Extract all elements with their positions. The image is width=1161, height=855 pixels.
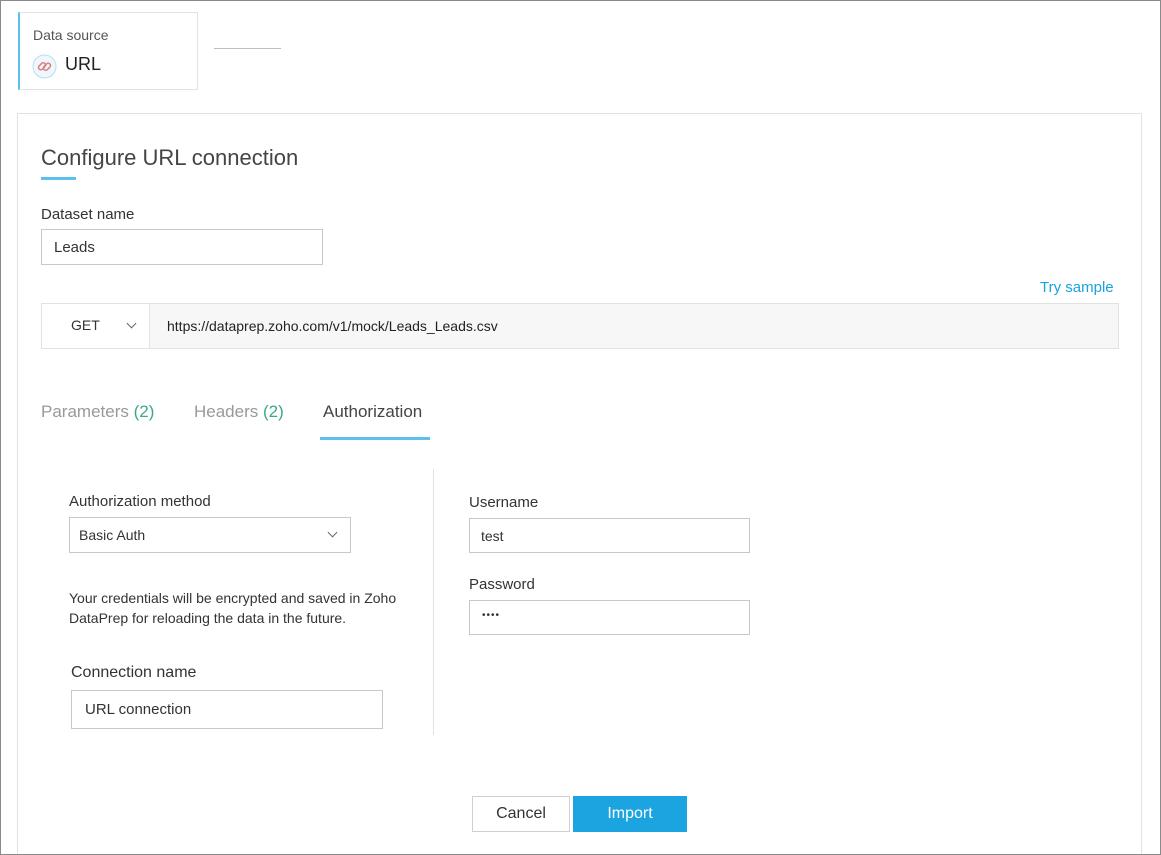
- tab-headers-count: (2): [263, 402, 284, 421]
- data-source-label: Data source: [33, 27, 109, 43]
- data-source-value: URL: [65, 54, 102, 74]
- tab-parameters-count: (2): [133, 402, 155, 421]
- dataset-name-label: Dataset name: [41, 206, 135, 223]
- password-input[interactable]: ••••: [469, 600, 750, 635]
- password-mask: ••••: [482, 610, 501, 621]
- try-sample-link[interactable]: Try sample: [1040, 279, 1114, 296]
- page-title: Configure URL connection: [41, 145, 299, 170]
- tab-headers[interactable]: Headers (2): [194, 402, 284, 422]
- chevron-down-icon: [327, 527, 338, 538]
- data-source-card[interactable]: Data source URL: [18, 12, 198, 90]
- step-connector-line: [214, 48, 281, 49]
- chevron-down-icon: [126, 318, 137, 329]
- configure-panel: Configure URL connection Dataset name Tr…: [17, 113, 1142, 855]
- connection-name-input[interactable]: [71, 690, 383, 729]
- http-method-select[interactable]: GET: [42, 304, 150, 348]
- url-bar: GET: [41, 303, 1119, 349]
- username-label: Username: [469, 494, 539, 511]
- tab-authorization[interactable]: Authorization: [323, 402, 422, 422]
- active-tab-indicator: [320, 437, 430, 440]
- link-icon: [32, 54, 57, 79]
- cancel-button[interactable]: Cancel: [472, 796, 570, 832]
- tab-parameters-label: Parameters: [41, 402, 129, 421]
- dataset-name-input[interactable]: [41, 229, 323, 265]
- username-input[interactable]: [469, 518, 750, 553]
- tab-headers-label: Headers: [194, 402, 259, 421]
- auth-method-select[interactable]: Basic Auth: [69, 517, 351, 553]
- tab-authorization-label: Authorization: [323, 402, 423, 421]
- title-underline: [41, 177, 76, 180]
- auth-method-value: Basic Auth: [79, 527, 146, 543]
- auth-method-label: Authorization method: [69, 493, 211, 510]
- tab-parameters[interactable]: Parameters (2): [41, 402, 154, 422]
- connection-name-label: Connection name: [71, 664, 197, 681]
- http-method-value: GET: [71, 317, 100, 333]
- url-input[interactable]: [150, 304, 1118, 348]
- credentials-note: Your credentials will be encrypted and s…: [69, 590, 397, 626]
- import-button[interactable]: Import: [573, 796, 687, 832]
- password-label: Password: [469, 576, 535, 593]
- column-divider: [433, 469, 434, 735]
